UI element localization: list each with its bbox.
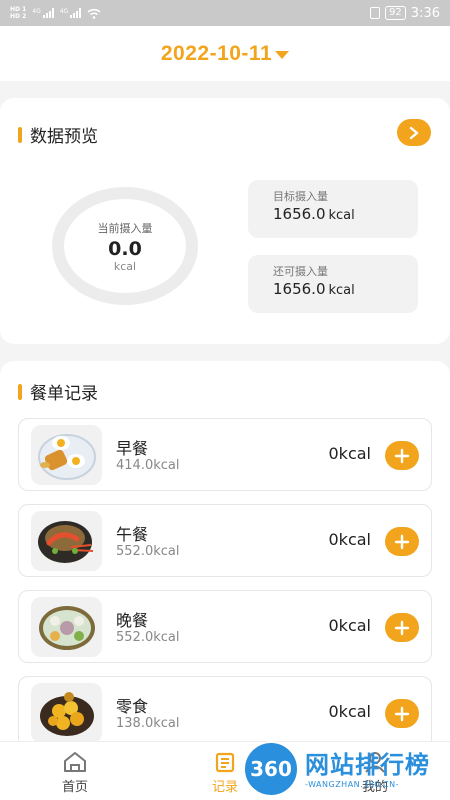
overview-detail-button[interactable]: [397, 119, 431, 146]
meal-row-breakfast[interactable]: 早餐 414.0kcal 0kcal: [18, 418, 432, 491]
sim2-label: HD 2: [10, 13, 27, 20]
snack-dish-image: [31, 683, 102, 743]
meal-recommended-kcal: 414.0kcal: [116, 458, 180, 473]
battery-level: 92: [389, 7, 402, 18]
remaining-intake-value: 1656.0: [273, 280, 326, 298]
status-left: HD 1 HD 2 4G 4G: [10, 6, 101, 20]
watermark: 360 网站排行榜 -WANGZHAN.360.CN-: [243, 738, 450, 800]
sim-labels: HD 1 HD 2: [10, 6, 26, 20]
overview-card: 数据预览 当前摄入量 0.0 kcal 目标摄入量 1656.0 kcal 还可摄…: [0, 98, 450, 344]
wifi-icon: [87, 8, 101, 19]
section-marker: [18, 126, 22, 143]
watermark-title: 网站排行榜: [305, 750, 430, 779]
meal-row-dinner[interactable]: 晚餐 552.0kcal 0kcal: [18, 590, 432, 663]
meal-intake-kcal: 0kcal: [328, 530, 372, 549]
home-icon: [64, 752, 86, 772]
plus-icon: [394, 448, 410, 463]
meal-recommended-kcal: 552.0kcal: [116, 544, 180, 559]
meal-name: 零食: [116, 697, 149, 716]
add-dinner-button[interactable]: [385, 613, 419, 642]
current-intake-label: 当前摄入量: [97, 221, 153, 235]
target-intake-label: 目标摄入量: [273, 190, 328, 203]
plus-icon: [394, 620, 410, 635]
overview-title: 数据预览: [18, 122, 98, 147]
target-intake-unit: kcal: [328, 208, 355, 223]
tab-record-label: 记录: [211, 780, 238, 795]
current-intake-value: 0.0: [108, 237, 142, 260]
network-2-label: 4G: [59, 8, 69, 15]
meals-title: 餐单记录: [18, 379, 98, 404]
remaining-intake-value-row: 1656.0 kcal: [273, 280, 418, 298]
watermark-badge: 360: [243, 741, 299, 797]
watermark-text-block: 网站排行榜 -WANGZHAN.360.CN-: [305, 750, 430, 789]
remaining-intake-label: 还可摄入量: [273, 265, 328, 278]
overview-title-text: 数据预览: [30, 127, 98, 147]
meal-name: 午餐: [116, 525, 149, 544]
status-right: 92 3:36: [370, 6, 440, 21]
meals-title-text: 餐单记录: [30, 384, 98, 404]
watermark-url: -WANGZHAN.360.CN-: [305, 779, 399, 789]
meal-records-card: 餐单记录 早餐 414.0kcal 0kcal 午餐 552.0kcal 0kc…: [0, 361, 450, 761]
signal-1-icon: 4G: [32, 8, 54, 18]
record-icon: [215, 752, 235, 773]
plus-icon: [394, 534, 410, 549]
meal-recommended-kcal: 138.0kcal: [116, 716, 180, 731]
tab-home[interactable]: 首页: [40, 742, 110, 800]
date-selector[interactable]: 2022-10-11: [160, 41, 290, 66]
intake-ring-text: 当前摄入量 0.0 kcal: [52, 187, 198, 305]
add-lunch-button[interactable]: [385, 527, 419, 556]
meal-name: 晚餐: [116, 611, 149, 630]
meal-name: 早餐: [116, 439, 149, 458]
add-breakfast-button[interactable]: [385, 441, 419, 470]
dinner-dish-image: [31, 597, 102, 657]
plus-icon: [394, 706, 410, 721]
remaining-intake-box: 还可摄入量 1656.0 kcal: [248, 255, 418, 313]
date-text: 2022-10-11: [160, 41, 273, 65]
add-snack-button[interactable]: [385, 699, 419, 728]
remaining-intake-unit: kcal: [328, 283, 355, 298]
target-intake-value: 1656.0: [273, 205, 326, 223]
meal-row-lunch[interactable]: 午餐 552.0kcal 0kcal: [18, 504, 432, 577]
vibrate-icon: [370, 7, 381, 19]
status-bar: HD 1 HD 2 4G 4G 92 3:36: [0, 0, 450, 26]
meal-intake-kcal: 0kcal: [328, 616, 372, 635]
lunch-dish-image: [31, 511, 102, 571]
target-intake-box: 目标摄入量 1656.0 kcal: [248, 180, 418, 238]
date-header: 2022-10-11: [0, 26, 450, 81]
chevron-right-icon: [409, 126, 419, 139]
signal-2-icon: 4G: [59, 8, 82, 18]
sim1-label: HD 1: [10, 6, 27, 13]
meal-intake-kcal: 0kcal: [328, 444, 372, 463]
meal-recommended-kcal: 552.0kcal: [116, 630, 180, 645]
breakfast-dish-image: [31, 425, 102, 485]
target-intake-value-row: 1656.0 kcal: [273, 205, 418, 223]
battery-icon: 92: [385, 6, 406, 20]
caret-down-icon: [275, 50, 290, 59]
meal-intake-kcal: 0kcal: [328, 702, 372, 721]
status-time: 3:36: [410, 5, 440, 21]
current-intake-unit: kcal: [113, 259, 137, 273]
network-1-label: 4G: [32, 8, 41, 15]
section-marker: [18, 383, 22, 400]
tab-home-label: 首页: [61, 780, 88, 795]
